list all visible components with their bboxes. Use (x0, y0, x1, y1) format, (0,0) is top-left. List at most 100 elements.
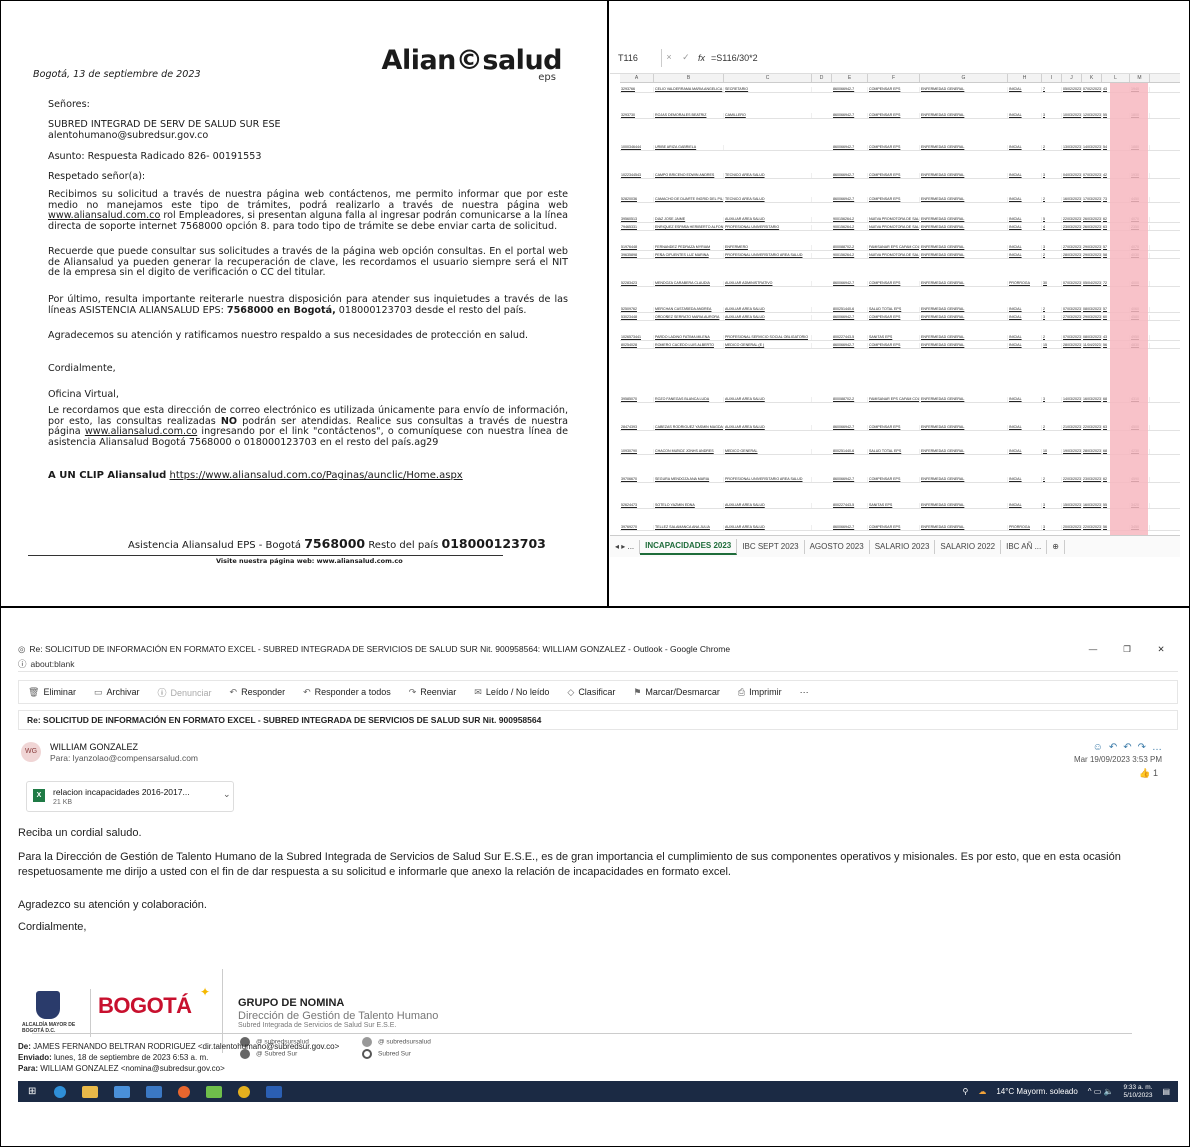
table-cell[interactable]: 16/03/2023 (1062, 197, 1082, 202)
table-cell[interactable]: 22/03/2023 (1082, 525, 1102, 530)
toolbar-button[interactable]: ⓘ Denunciar (148, 686, 220, 699)
reply-icon[interactable]: ↶ (1109, 742, 1123, 753)
table-cell[interactable]: 10 (1042, 449, 1062, 454)
table-cell[interactable]: 2 (1042, 425, 1062, 430)
table-cell[interactable]: 4 (1042, 225, 1062, 230)
table-cell[interactable]: 52624473 (620, 503, 654, 508)
table-cell[interactable]: AUXILIAR AREA SALUD (724, 315, 812, 320)
table-cell[interactable]: CAMPO BRICENO EDWIN ANDRES (654, 173, 724, 178)
table-cell[interactable]: AUXILIAR AREA SALUD (724, 217, 812, 222)
table-cell[interactable]: COMPENSAR EPS (868, 315, 920, 320)
table-cell[interactable]: 2 (1042, 145, 1062, 150)
people-icon[interactable]: ⚲ (962, 1087, 968, 1096)
table-cell[interactable]: 3 (1042, 113, 1062, 118)
table-cell[interactable]: 2 (1042, 197, 1062, 202)
table-cell[interactable]: 21/03/2023 (1062, 425, 1082, 430)
table-cell[interactable]: 07/03/2023 (1062, 307, 1082, 312)
table-cell[interactable]: 860066942-7 (832, 113, 868, 118)
table-cell[interactable]: 07/03/2023 (1062, 281, 1082, 286)
table-cell[interactable]: 900156264-2 (832, 217, 868, 222)
table-cell[interactable]: SALUD TOTAL EPS (868, 449, 920, 454)
table-cell[interactable]: INICIAL (1008, 197, 1042, 202)
table-cell[interactable]: 39585070 (620, 397, 654, 402)
table-row[interactable]: 4339560513DIAZ JOSE JAIMEAUXILIAR AREA S… (620, 215, 1180, 223)
table-cell[interactable]: 80254028 (620, 343, 654, 348)
table-cell[interactable]: 800227443-5 (832, 335, 868, 340)
table-cell[interactable]: COMPENSAR EPS (868, 281, 920, 286)
table-row[interactable]: 5410930790CHACON MUÑOZ JONHS ANDRESMEDIC… (620, 447, 1180, 455)
table-cell[interactable]: ENFERMEDAD GENERAL (920, 225, 1008, 230)
table-cell[interactable]: 15/03/2023 (1062, 503, 1082, 508)
table-cell[interactable]: COMPENSAR EPS (868, 197, 920, 202)
table-cell[interactable]: DIAZ JOSE JAIME (654, 217, 724, 222)
table-row[interactable]: 5739769270TELLEZ SALAMANCA ANA JULIAAUXI… (620, 523, 1180, 531)
table-cell[interactable]: 860066942-7 (832, 315, 868, 320)
column-header[interactable]: H (1008, 74, 1042, 82)
table-cell[interactable]: INICIAL (1008, 145, 1042, 150)
table-cell[interactable]: 26/03/2023 (1082, 225, 1102, 230)
table-cell[interactable]: 800088702-2 (832, 245, 868, 250)
table-cell[interactable]: 28/03/2023 (1062, 253, 1082, 258)
table-cell[interactable]: NUEVA PROMOTORA DE SALUD (868, 225, 920, 230)
table-cell[interactable]: 05/02/2023 (1062, 87, 1082, 92)
table-cell[interactable]: 860066942-7 (832, 173, 868, 178)
table-cell[interactable]: SANITAS EPS (868, 335, 920, 340)
table-cell[interactable]: 13/03/2023 (1062, 145, 1082, 150)
notifications-icon[interactable]: ▤ (1162, 1087, 1170, 1096)
table-cell[interactable]: ENFERMEDAD GENERAL (920, 245, 1008, 250)
table-cell[interactable]: 14/03/2023 (1082, 145, 1102, 150)
table-cell[interactable]: ROZO FANEGAS BLANCA LUDA (654, 397, 724, 402)
table-cell[interactable]: 23/03/2023 (1062, 225, 1082, 230)
clip-link[interactable]: https://www.aliansalud.com.co/Paginas/au… (170, 470, 463, 481)
table-cell[interactable]: 800251440-6 (832, 449, 868, 454)
table-cell[interactable]: 23/03/2023 (1082, 477, 1102, 482)
table-cell[interactable]: COMPENSAR EPS (868, 145, 920, 150)
table-cell[interactable]: COMPENSAR EPS (868, 343, 920, 348)
table-cell[interactable]: 27/03/2023 (1062, 245, 1082, 250)
table-cell[interactable]: 2 (1042, 477, 1062, 482)
toolbar-button[interactable]: ◇ Clasificar (558, 687, 624, 698)
table-cell[interactable]: 51976448 (620, 245, 654, 250)
table-cell[interactable]: 27/03/2023 (1062, 315, 1082, 320)
toolbar-button[interactable]: ▭ Archivar (85, 687, 149, 698)
like-reaction[interactable]: 👍 1 (1139, 768, 1158, 779)
p1-link[interactable]: www.aliansalud.com.co (48, 210, 160, 222)
table-cell[interactable]: 52820036 (620, 197, 654, 202)
table-cell[interactable]: 22/03/2023 (1082, 425, 1102, 430)
table-cell[interactable]: 10/03/2023 (1062, 113, 1082, 118)
table-cell[interactable]: 900156264-2 (832, 253, 868, 258)
table-cell[interactable]: ENFERMEDAD GENERAL (920, 449, 1008, 454)
table-cell[interactable]: ENFERMEDAD GENERAL (920, 397, 1008, 402)
minimize-icon[interactable]: — (1076, 644, 1110, 654)
table-cell[interactable]: NUEVA PROMOTORA DE SALUD (868, 253, 920, 258)
table-cell[interactable]: AUXILIAR ADMINISTRATIVO (724, 281, 812, 286)
table-cell[interactable]: NUEVA PROMOTORA DE SALUD (868, 217, 920, 222)
table-cell[interactable]: 3293730 (620, 113, 654, 118)
table-cell[interactable]: COMPENSAR EPS (868, 425, 920, 430)
column-header[interactable]: J (1062, 74, 1082, 82)
table-cell[interactable]: INICIAL (1008, 315, 1042, 320)
sender-name[interactable]: WILLIAM GONZALEZ (50, 742, 138, 752)
column-header[interactable]: B (654, 74, 724, 82)
table-cell[interactable]: TECNICO AREA SALUD (724, 173, 812, 178)
table-cell[interactable]: INICIAL (1008, 217, 1042, 222)
table-cell[interactable]: 39560513 (620, 217, 654, 222)
table-cell[interactable]: 28/03/2023 (1062, 343, 1082, 348)
table-cell[interactable]: 29/03/2023 (1082, 245, 1102, 250)
table-cell[interactable]: CAMILLERO (724, 113, 812, 118)
table-cell[interactable]: 3 (1042, 173, 1062, 178)
table-cell[interactable]: ENFERMEDAD GENERAL (920, 525, 1008, 530)
column-header[interactable]: K (1082, 74, 1102, 82)
table-cell[interactable]: 22/03/2023 (1062, 477, 1082, 482)
table-cell[interactable]: PROFESIONAL UNIVERSITARIO (724, 225, 812, 230)
forward-icon[interactable]: ↷ (1138, 742, 1152, 753)
table-cell[interactable]: TECNICO AREA SALUD (724, 197, 812, 202)
table-cell[interactable]: 3 (1042, 245, 1062, 250)
table-cell[interactable]: 28474393 (620, 425, 654, 430)
app-icon[interactable] (206, 1085, 223, 1098)
column-header[interactable]: A (620, 74, 654, 82)
table-row[interactable]: 5652624473SOTELO YAZMIN EDNAAUXILIAR ARE… (620, 501, 1180, 509)
table-cell[interactable]: 12/03/2023 (1082, 113, 1102, 118)
table-cell[interactable]: ENFERMEDAD GENERAL (920, 477, 1008, 482)
weather-icon[interactable]: ☁ (978, 1087, 986, 1096)
